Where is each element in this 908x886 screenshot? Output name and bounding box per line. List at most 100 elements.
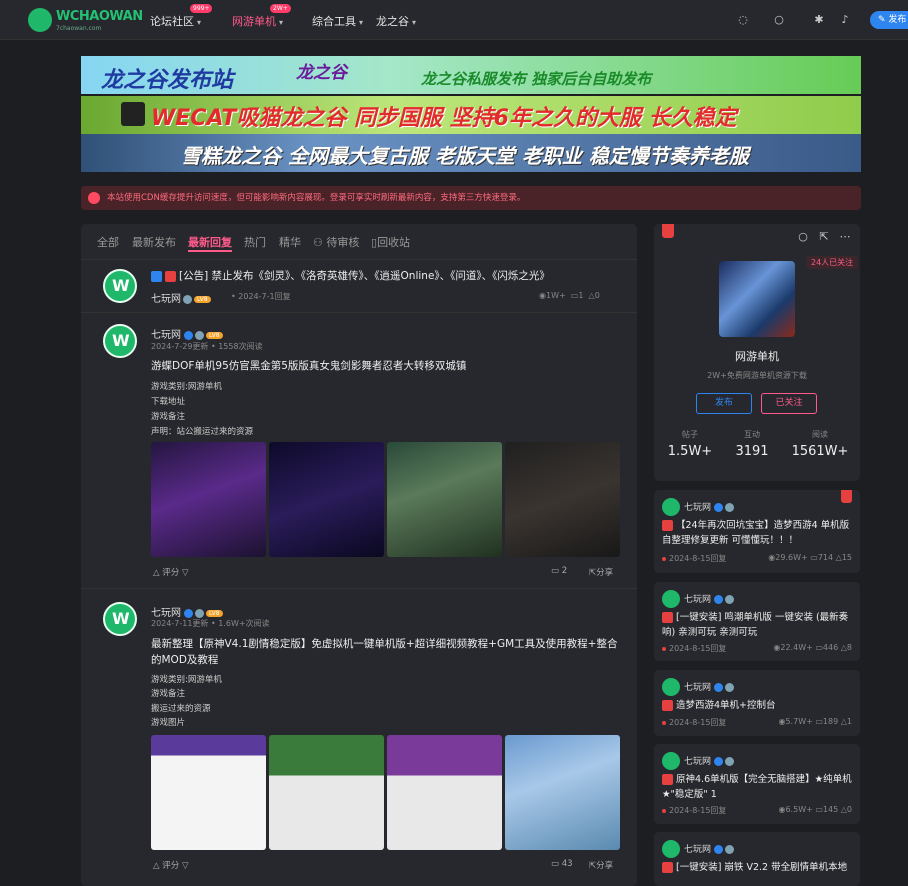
stat-label: 帖子 [682, 430, 698, 439]
comment-count[interactable]: ▭ 43 [551, 859, 573, 869]
rate-button[interactable]: △ 评分 ▽ [153, 859, 189, 871]
post-line: 声明：站公搬运过来的资源 [151, 427, 254, 437]
nav-online-single[interactable]: 网游单机 ▾ [232, 13, 283, 29]
post-image[interactable] [505, 442, 620, 557]
tab-hot[interactable]: 热门 [244, 234, 266, 250]
tab-recycle[interactable]: ▯回收站 [371, 234, 410, 250]
nav-badge: 999+ [190, 4, 213, 13]
site-logo-text[interactable]: WCHAOWAN [56, 9, 143, 24]
post-line: 游戏备注 [151, 689, 186, 699]
side-post-title[interactable]: 【24年再次回坑宝宝】造梦西游4 单机版 自整理修复更新 可懂懂玩！！！ [662, 518, 854, 548]
rate-button[interactable]: △ 评分 ▽ [153, 566, 189, 578]
avatar[interactable] [662, 752, 680, 770]
post-image[interactable] [151, 735, 266, 850]
search-icon[interactable]: ○ [772, 13, 786, 27]
post-stats: ◉6.5W+ ▭145 △0 [778, 805, 852, 814]
avatar[interactable] [662, 840, 680, 858]
comment-count[interactable]: ▭ 2 [551, 566, 567, 576]
stat-value: 3191 [735, 444, 769, 459]
publish-button[interactable]: ✎ 发布 [870, 11, 908, 29]
nav-forum-community[interactable]: 论坛社区 ▾ [150, 13, 201, 29]
tab-latest-published[interactable]: 最新发布 [132, 234, 176, 250]
side-post-card[interactable]: 七玩网 造梦西游4单机+控制台 2024-8-15回复 ◉5.7W+ ▭189 … [654, 670, 860, 736]
site-logo[interactable] [28, 8, 52, 32]
verified-icon [184, 330, 193, 340]
post-author[interactable]: 七玩网 [684, 500, 735, 513]
bell-icon[interactable]: ♪ [838, 13, 852, 27]
avatar[interactable] [662, 590, 680, 608]
forum-cover-image [719, 261, 795, 337]
post-image[interactable] [151, 442, 266, 557]
share-icon[interactable]: ⇱ [817, 230, 831, 244]
tabs-divider [81, 259, 637, 260]
tab-latest-reply[interactable]: 最新回复 [188, 234, 232, 252]
side-post-title[interactable]: 原神4.6单机版【完全无脑搭建】★纯单机★"稳定版" 1 [662, 772, 854, 802]
post-image[interactable] [505, 735, 620, 850]
side-post-card[interactable]: 七玩网 【24年再次回坑宝宝】造梦西游4 单机版 自整理修复更新 可懂懂玩！！！… [654, 490, 860, 573]
post-line[interactable]: 下载地址 [151, 395, 185, 407]
post-time: 2024-7-29更新 • 1558次阅读 [151, 342, 263, 351]
post-author[interactable]: 七玩网 [684, 592, 735, 605]
site-logo-subtext: 7chaowan.com [56, 25, 102, 32]
forum-publish-button[interactable]: 发布 [696, 393, 752, 414]
side-post-title[interactable]: [一键安装] 崩铁 V2.2 带全剧情单机本地 [662, 860, 854, 875]
post-author[interactable]: 七玩网 [684, 754, 735, 767]
side-post-card[interactable]: 七玩网 [一键安装] 崩铁 V2.2 带全剧情单机本地 [654, 832, 860, 886]
verified-icon [184, 608, 193, 618]
tab-featured[interactable]: 精华 [279, 234, 301, 250]
post-author[interactable]: 七玩网 LV8 [151, 326, 223, 341]
post-title[interactable]: [公告] 禁止发布《剑灵》、《洛奇英雄传》、《逍遥Online》、《问道》、《闪… [151, 268, 621, 284]
search-icon[interactable]: ○ [796, 230, 810, 244]
side-post-title[interactable]: 造梦西游4单机+控制台 [662, 698, 854, 713]
post-line: 游戏类别:网游单机 [151, 675, 222, 685]
home-icon [88, 192, 100, 204]
side-post-card[interactable]: 七玩网 原神4.6单机版【完全无脑搭建】★纯单机★"稳定版" 1 2024-8-… [654, 744, 860, 824]
side-post-title[interactable]: [一键安装] 鸣潮单机版 一键安装 (最新奏响) 亲测可玩 亲测可玩 [662, 610, 854, 640]
post-author[interactable]: 七玩网 [684, 842, 735, 855]
side-post-card[interactable]: 七玩网 [一键安装] 鸣潮单机版 一键安装 (最新奏响) 亲测可玩 亲测可玩 2… [654, 582, 860, 661]
post-line: 游戏备注 [151, 412, 186, 422]
post-time: 2024-8-15回复 [662, 805, 726, 816]
post-author[interactable]: 七玩网 [684, 680, 735, 693]
nav-dragon-nest[interactable]: 龙之谷 ▾ [376, 13, 416, 29]
avatar[interactable] [662, 498, 680, 516]
forum-info-card: ○ ⇱ ⋯ 24人已关注 网游单机 2W+免费网游单机资源下载 发布 已关注 帖… [654, 224, 860, 481]
post-time: 2024-8-15回复 [662, 717, 726, 728]
post-author[interactable]: 七玩网 LV8 [151, 604, 223, 619]
stat-value: 1.5W+ [667, 444, 713, 459]
post-author[interactable]: 七玩网 LV8 [151, 290, 211, 305]
post-image[interactable] [387, 735, 502, 850]
post-line: 搬运过来的资源 [151, 704, 211, 714]
nav-badge: 2W+ [270, 4, 291, 13]
cdn-notice: 本站使用CDN缓存提升访问速度，但可能影响新内容展现。登录可享实时刷新最新内容，… [81, 186, 861, 210]
ad-banner-2[interactable]: WECAT吸猫龙之谷 同步国服 坚持6年之久的大服 长久稳定 [81, 96, 861, 134]
tab-pending[interactable]: ⚇ 待审核 [313, 234, 359, 250]
ad-banner-3[interactable]: 雪糕龙之谷 全网最大复古服 老版天堂 老职业 稳定慢节奏养老服 [81, 134, 861, 172]
post-image[interactable] [387, 442, 502, 557]
avatar[interactable] [662, 678, 680, 696]
share-button[interactable]: ⇱分享 [589, 859, 613, 871]
avatar[interactable] [103, 602, 137, 636]
post-image[interactable] [269, 442, 384, 557]
post-stats: ◉5.7W+ ▭189 △1 [778, 717, 852, 726]
share-button[interactable]: ⇱分享 [589, 566, 613, 578]
post-image[interactable] [269, 735, 384, 850]
lightbulb-icon[interactable]: ◌ [736, 13, 750, 27]
nav-tools[interactable]: 综合工具 ▾ [312, 13, 363, 29]
stat-value: 1561W+ [791, 444, 849, 459]
tab-all[interactable]: 全部 [97, 234, 119, 250]
post-stats: ◉22.4W+ ▭446 △8 [773, 643, 852, 652]
ad-banner-1[interactable]: 龙之谷发布站 龙之谷 龙之谷私服发布 独家后台自助发布 [81, 56, 861, 94]
post-stats: ◉1W+ ▭1 △0 [539, 291, 600, 300]
post-feed: 全部 最新发布 最新回复 热门 精华 ⚇ 待审核 ▯回收站 [公告] 禁止发布《… [81, 224, 637, 886]
theme-toggle-icon[interactable]: ✱ [812, 13, 826, 27]
more-icon[interactable]: ⋯ [838, 230, 852, 244]
avatar[interactable] [103, 269, 137, 303]
cat-paw-icon [121, 102, 145, 126]
banner-2-title: WECAT吸猫龙之谷 同步国服 坚持6年之久的大服 长久稳定 [151, 106, 737, 131]
avatar[interactable] [103, 324, 137, 358]
post-image-grid [151, 442, 620, 557]
follow-button[interactable]: 已关注 [761, 393, 817, 414]
post-title[interactable]: 游蝶DOF单机95仿官黑金第5版版真女鬼剑影舞者忍者大转移双城镇 [151, 358, 621, 374]
post-title[interactable]: 最新整理【原神V4.1剧情稳定版】免虚拟机一键单机版+超详细视频教程+GM工具及… [151, 636, 621, 668]
